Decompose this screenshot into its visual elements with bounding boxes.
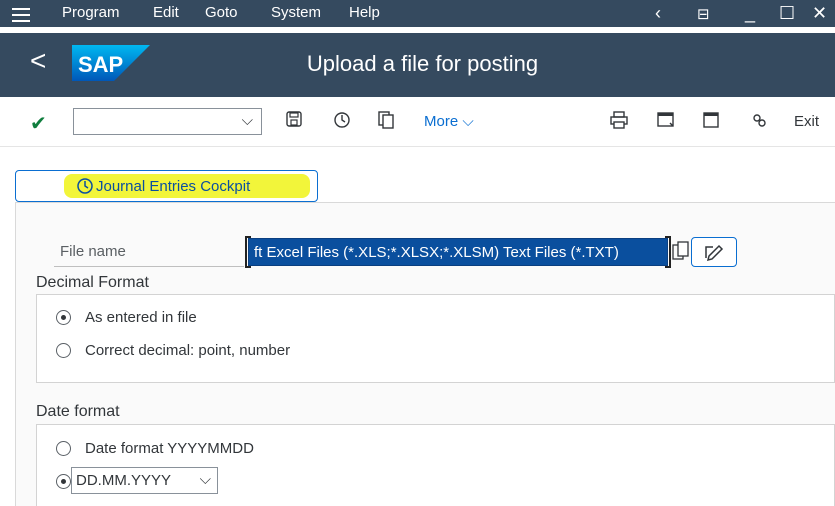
menu-program[interactable]: Program — [62, 4, 120, 21]
print-icon[interactable] — [610, 111, 628, 134]
menu-help[interactable]: Help — [349, 4, 380, 21]
chevron-down-icon[interactable]: ⌵ — [242, 112, 253, 129]
edit-file-button[interactable] — [691, 237, 737, 267]
decimal-format-heading: Decimal Format — [36, 274, 149, 291]
date-format-heading: Date format — [36, 403, 120, 420]
radio-date-yyyymmdd-label: Date format YYYYMMDD — [85, 440, 254, 457]
history-icon[interactable] — [333, 111, 351, 134]
radio-as-entered[interactable] — [56, 310, 71, 325]
edit-icon — [705, 244, 724, 262]
file-name-value: ft Excel Files (*.XLS;*.XLSX;*.XLSM) Tex… — [254, 244, 619, 261]
radio-correct-decimal-label: Correct decimal: point, number — [85, 342, 291, 359]
menu-edit[interactable]: Edit — [153, 4, 179, 21]
copy-icon[interactable] — [378, 111, 394, 134]
toolbar: ✔ ⌵ More ⌵ Exit — [0, 97, 835, 147]
settings-icon[interactable] — [750, 111, 768, 134]
save-icon[interactable] — [286, 111, 302, 132]
clock-check-icon — [77, 178, 93, 194]
chevron-down-icon[interactable]: ⌵ — [200, 471, 211, 488]
minimize-icon[interactable]: _ — [745, 3, 755, 24]
radio-date-yyyymmdd[interactable] — [56, 441, 71, 456]
file-name-input[interactable]: ft Excel Files (*.XLS;*.XLSX;*.XLSM) Tex… — [245, 236, 671, 268]
journal-entries-cockpit-button[interactable]: Journal Entries Cockpit — [15, 170, 318, 202]
field-bracket-right — [665, 236, 671, 268]
maximize-icon[interactable]: ☐ — [779, 3, 795, 24]
page-title: Upload a file for posting — [306, 51, 539, 76]
close-icon[interactable]: ✕ — [812, 3, 827, 24]
exit-button[interactable]: Exit — [794, 113, 819, 130]
more-menu[interactable]: More ⌵ — [424, 113, 474, 130]
date-format-select-value: DD.MM.YYYY — [76, 472, 172, 489]
field-bracket-left — [245, 236, 251, 268]
menu-goto[interactable]: Goto — [205, 4, 238, 21]
window-icon[interactable] — [703, 111, 719, 134]
title-bar: < SAP Upload a file for posting — [0, 33, 835, 97]
main-content: Journal Entries Cockpit File name ft Exc… — [0, 147, 835, 506]
decimal-format-group — [36, 294, 835, 383]
cockpit-button-label: Journal Entries Cockpit — [96, 178, 251, 195]
enter-check-icon[interactable]: ✔ — [30, 111, 47, 136]
new-session-icon[interactable] — [657, 111, 675, 134]
hamburger-menu-icon[interactable] — [12, 8, 30, 22]
menu-bar: Program Edit Goto System Help ‹ ⊟ _ ☐ ✕ — [0, 0, 835, 30]
file-name-underline — [54, 266, 244, 267]
radio-correct-decimal[interactable] — [56, 343, 71, 358]
back-nav-icon[interactable]: ‹ — [655, 3, 661, 24]
date-format-select[interactable]: DD.MM.YYYY ⌵ — [71, 467, 218, 494]
menu-system[interactable]: System — [271, 4, 321, 21]
value-help-icon[interactable] — [672, 241, 690, 263]
radio-as-entered-label: As entered in file — [85, 309, 197, 326]
command-field[interactable]: ⌵ — [73, 108, 262, 135]
radio-date-custom[interactable] — [56, 474, 71, 489]
file-name-label: File name — [60, 243, 126, 260]
lock-icon[interactable]: ⊟ — [697, 5, 710, 23]
